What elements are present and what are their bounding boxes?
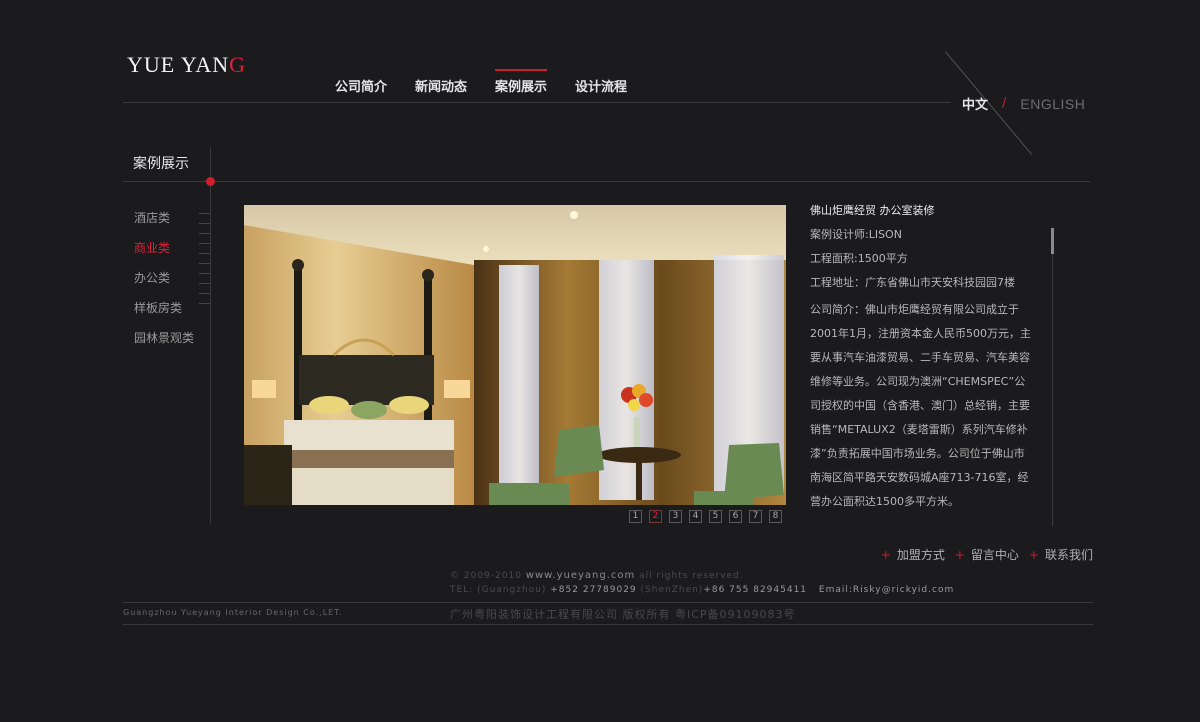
footer-link-label: 加盟方式 [896, 548, 945, 562]
section-divider [123, 181, 1090, 182]
sidebar-divider [210, 147, 211, 524]
red-dot-marker [206, 177, 215, 186]
shenzhen-label: (ShenZhen) [640, 585, 704, 595]
section-title: 案例展示 [133, 156, 189, 172]
footer-divider-bottom [123, 624, 1093, 625]
category-hotel[interactable]: 酒店类 [134, 208, 194, 238]
logo-text: YUE YAN [127, 52, 230, 77]
nav-cases[interactable]: 案例展示 [495, 69, 548, 95]
page: YUE YANG 公司简介 新闻动态 案例展示 设计流程 中文 / ENGLIS… [0, 0, 1200, 722]
lang-chinese-link[interactable]: 中文 [962, 94, 988, 113]
page-button-4[interactable]: 4 [689, 510, 702, 523]
hotel-room-image [244, 205, 786, 505]
footer-link-label: 留言中心 [970, 548, 1019, 562]
copyright-line: © 2009-2010 www.yueyang.com all rights r… [450, 570, 744, 581]
page-button-6[interactable]: 6 [729, 510, 742, 523]
case-intro: 公司简介：佛山市炬鹰经贸有限公司成立于2001年1月，注册资本金人民币500万元… [810, 303, 1031, 508]
shenzhen-phone: +86 755 82945411 [703, 585, 808, 595]
footer-links: + 加盟方式 + 留言中心 + 联系我们 [871, 546, 1093, 563]
page-button-1[interactable]: 1 [629, 510, 642, 523]
lang-separator: / [1002, 96, 1007, 111]
category-list: 酒店类 商业类 办公类 样板房类 园林景观类 [134, 208, 194, 358]
category-landscape[interactable]: 园林景观类 [134, 328, 194, 358]
plus-icon: + [1028, 548, 1039, 562]
email-address[interactable]: Email:Risky@rickyid.com [819, 585, 954, 595]
nav-about[interactable]: 公司简介 [335, 76, 387, 95]
footer-link-label: 联系我们 [1044, 548, 1093, 562]
info-scrollbar-thumb[interactable] [1051, 228, 1054, 254]
plus-icon: + [954, 548, 965, 562]
page-button-7[interactable]: 7 [749, 510, 762, 523]
info-scrollbar-track[interactable] [1052, 228, 1053, 526]
plus-icon: + [880, 548, 891, 562]
header-divider [123, 102, 951, 103]
logo[interactable]: YUE YANG [127, 52, 246, 78]
nav-process[interactable]: 设计流程 [575, 76, 627, 95]
company-name-cn: 广州粤阳装饰设计工程有限公司 版权所有 粤ICP备09109083号 [450, 608, 796, 621]
pagination: 1 2 3 4 5 6 7 8 [629, 510, 789, 523]
page-button-5[interactable]: 5 [709, 510, 722, 523]
logo-accent-letter: G [229, 52, 247, 77]
case-address: 工程地址：广东省佛山市天安科技园园7楼 [810, 276, 1015, 289]
case-title: 佛山炬鹰经贸 办公室装修 [810, 204, 935, 217]
page-button-8[interactable]: 8 [769, 510, 782, 523]
contact-line: TEL: (Guangzhou) +852 27789029 (ShenZhen… [450, 585, 954, 595]
case-designer: 案例设计师:LISON [810, 228, 902, 241]
page-button-2[interactable]: 2 [649, 510, 662, 523]
footer-divider-top [123, 602, 1093, 603]
company-name-en: Guangzhou Yueyang Interior Design Co.,LE… [123, 608, 343, 617]
category-ticks [199, 213, 210, 313]
nav-news[interactable]: 新闻动态 [415, 76, 467, 95]
copyright-year: © 2009-2010 [450, 571, 522, 581]
footer-link-franchise[interactable]: + 加盟方式 [881, 546, 945, 563]
lang-english-link[interactable]: ENGLISH [1020, 96, 1085, 112]
footer-link-contact[interactable]: + 联系我们 [1029, 546, 1093, 563]
case-photo[interactable] [244, 205, 786, 505]
case-info: 佛山炬鹰经贸 办公室装修 案例设计师:LISON 工程面积:1500平方 工程地… [810, 202, 1034, 514]
case-area: 工程面积:1500平方 [810, 252, 908, 265]
category-showroom[interactable]: 样板房类 [134, 298, 194, 328]
category-office[interactable]: 办公类 [134, 268, 194, 298]
language-switch: 中文 / ENGLISH [962, 94, 1085, 114]
guangzhou-label: (Guangzhou) [477, 585, 547, 595]
rights-text: all rights reserved. [639, 571, 744, 581]
site-url[interactable]: www.yueyang.com [526, 570, 635, 581]
category-commercial[interactable]: 商业类 [134, 238, 194, 268]
footer-link-guestbook[interactable]: + 留言中心 [955, 546, 1019, 563]
guangzhou-phone: +852 27789029 [550, 585, 637, 595]
tel-label: TEL: [450, 585, 474, 595]
page-button-3[interactable]: 3 [669, 510, 682, 523]
main-nav: 公司简介 新闻动态 案例展示 设计流程 [335, 69, 655, 95]
